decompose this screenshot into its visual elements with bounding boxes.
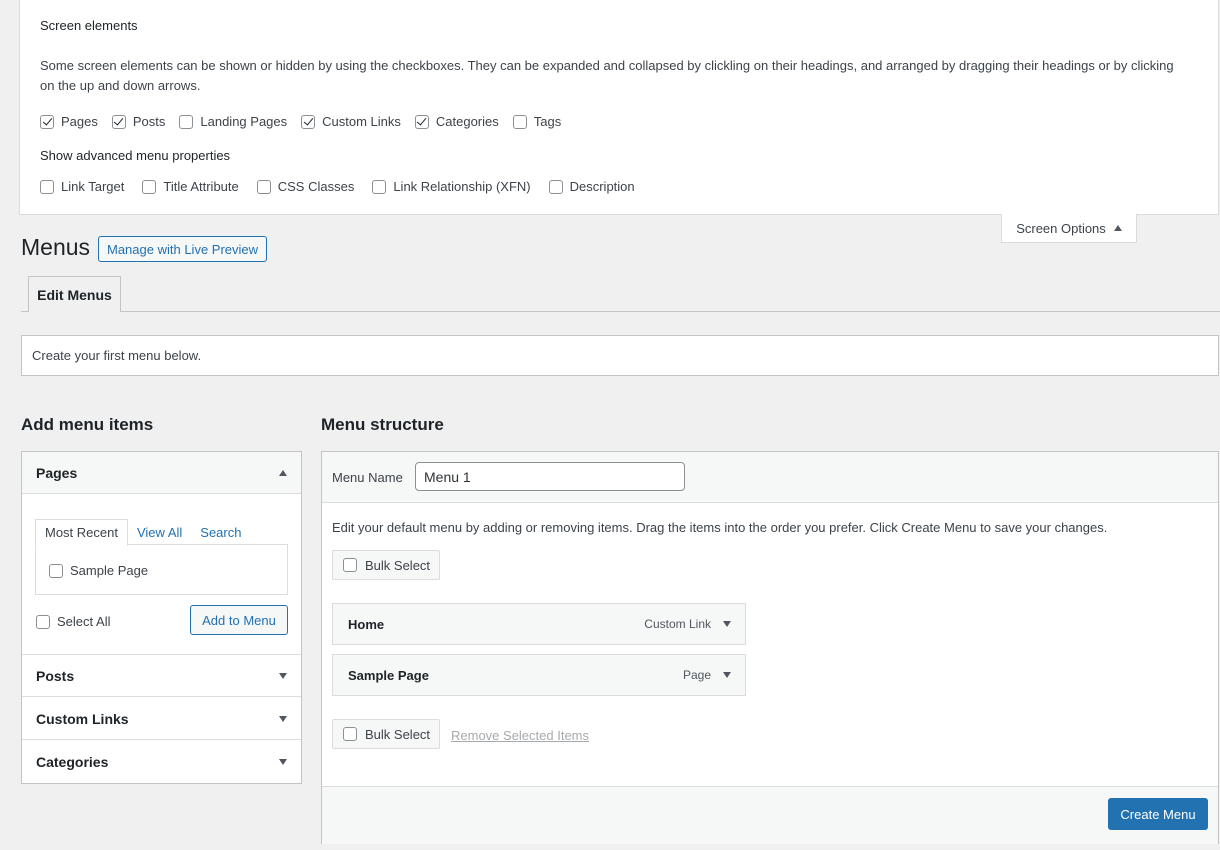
screen-element-landing-pages[interactable]: Landing Pages	[179, 114, 287, 129]
checkbox-label: Link Relationship (XFN)	[393, 179, 531, 194]
advanced-description[interactable]: Description	[548, 179, 635, 194]
bulk-select-label: Bulk Select	[365, 726, 431, 742]
create-menu-button[interactable]: Create Menu	[1108, 798, 1208, 830]
screen-element-pages[interactable]: Pages	[40, 114, 98, 129]
screen-options-label: Screen Options	[1016, 220, 1106, 236]
checkbox[interactable]	[301, 114, 316, 129]
page-item-sample-page[interactable]: Sample Page	[49, 563, 148, 578]
menu-instructions: Edit your default menu by adding or remo…	[332, 520, 1108, 535]
advanced-properties-checkboxes: Link Target Title Attribute CSS Classes …	[40, 179, 653, 194]
tab-view-all[interactable]: View All	[128, 519, 191, 545]
checkbox[interactable]	[512, 114, 527, 129]
checkbox[interactable]	[111, 114, 126, 129]
bulk-select-button[interactable]: Bulk Select	[332, 550, 440, 580]
arrow-down-icon[interactable]	[723, 621, 731, 627]
checkbox[interactable]	[49, 563, 63, 578]
screen-elements-heading: Screen elements	[40, 18, 138, 33]
accordion-title: Pages	[36, 464, 78, 481]
arrow-down-icon	[279, 672, 287, 679]
add-menu-items-accordion: Pages Most Recent View All Search Sample…	[21, 451, 302, 784]
checkbox[interactable]	[343, 558, 357, 572]
checkbox-label: Title Attribute	[163, 179, 239, 194]
page-item-label: Sample Page	[70, 563, 149, 578]
checkbox[interactable]	[343, 727, 357, 741]
menu-header: Menu Name	[322, 452, 1218, 503]
arrow-up-icon	[279, 469, 287, 476]
bulk-select-label: Bulk Select	[365, 557, 431, 573]
tab-divider	[21, 311, 1220, 312]
add-to-menu-button[interactable]: Add to Menu	[190, 605, 288, 635]
tab-most-recent[interactable]: Most Recent	[35, 519, 128, 546]
pages-list-panel: Sample Page	[35, 544, 288, 595]
arrow-down-icon	[279, 759, 287, 765]
checkbox-label: Categories	[435, 114, 499, 129]
advanced-properties-heading: Show advanced menu properties	[40, 148, 231, 163]
menu-item-type: Page	[682, 668, 711, 682]
accordion-title: Categories	[36, 754, 109, 770]
accordion-posts-header[interactable]: Posts	[22, 655, 301, 697]
menu-item-home[interactable]: Home Custom Link	[332, 603, 746, 645]
menu-name-input[interactable]	[415, 462, 685, 491]
screen-options-panel: Screen elements Some screen elements can…	[19, 0, 1219, 215]
screen-element-categories[interactable]: Categories	[414, 114, 499, 129]
page-title: Menus	[21, 234, 91, 260]
menu-structure-heading: Menu structure	[321, 415, 444, 434]
menu-name-label: Menu Name	[332, 470, 403, 485]
notice-text: Create your first menu below.	[32, 348, 202, 363]
menu-item-sample-page[interactable]: Sample Page Page	[332, 654, 746, 696]
accordion-pages-body: Most Recent View All Search Sample Page …	[22, 495, 301, 655]
checkbox-label: Custom Links	[322, 114, 401, 129]
accordion-pages-header[interactable]: Pages	[22, 452, 301, 494]
accordion-title: Custom Links	[36, 710, 129, 727]
menu-footer: Create Menu	[322, 786, 1218, 844]
menu-structure-panel: Menu Name Edit your default menu by addi…	[321, 451, 1219, 844]
checkbox-label: Tags	[533, 114, 562, 129]
checkbox[interactable]	[372, 179, 387, 194]
checkbox[interactable]	[40, 179, 54, 194]
advanced-link-target[interactable]: Link Target	[40, 179, 124, 194]
screen-element-custom-links[interactable]: Custom Links	[301, 114, 401, 129]
bulk-select-button-bottom[interactable]: Bulk Select	[332, 719, 440, 749]
checkbox[interactable]	[142, 179, 157, 194]
checkbox-label: CSS Classes	[277, 179, 355, 194]
tab-search[interactable]: Search	[191, 519, 250, 545]
accordion-title: Posts	[36, 667, 75, 684]
checkbox-label: Description	[569, 179, 635, 194]
checkbox[interactable]	[548, 179, 563, 194]
advanced-css-classes[interactable]: CSS Classes	[256, 179, 355, 194]
accordion-custom-links-header[interactable]: Custom Links	[22, 698, 301, 740]
screen-options-toggle[interactable]: Screen Options	[1001, 214, 1137, 243]
checkbox[interactable]	[36, 614, 50, 629]
tab-edit-menus[interactable]: Edit Menus	[28, 276, 121, 312]
arrow-up-icon	[1113, 225, 1122, 231]
arrow-down-icon	[279, 715, 287, 722]
checkbox-label: Pages	[61, 114, 98, 129]
add-menu-items-heading: Add menu items	[21, 415, 154, 434]
advanced-link-relationship[interactable]: Link Relationship (XFN)	[372, 179, 531, 194]
checkbox[interactable]	[179, 114, 194, 129]
menu-item-title: Home	[348, 616, 385, 632]
checkbox[interactable]	[40, 114, 54, 129]
screen-elements-description: Some screen elements can be shown or hid…	[40, 58, 1174, 93]
notice-box: Create your first menu below.	[21, 335, 1219, 376]
screen-element-tags[interactable]: Tags	[512, 114, 562, 129]
screen-elements-checkboxes: Pages Posts Landing Pages Custom Links C…	[40, 114, 575, 129]
advanced-title-attribute[interactable]: Title Attribute	[142, 179, 239, 194]
checkbox[interactable]	[256, 179, 271, 194]
arrow-down-icon[interactable]	[723, 672, 731, 678]
checkbox-label: Link Target	[61, 179, 125, 194]
checkbox-label: Landing Pages	[200, 114, 288, 129]
live-preview-button[interactable]: Manage with Live Preview	[98, 236, 268, 262]
checkbox[interactable]	[414, 114, 429, 129]
checkbox-label: Posts	[132, 114, 166, 129]
menu-item-type: Custom Link	[644, 617, 711, 631]
accordion-categories-header[interactable]: Categories	[22, 741, 301, 783]
screen-element-posts[interactable]: Posts	[111, 114, 166, 129]
select-all-label: Select All	[57, 614, 111, 629]
remove-selected-link[interactable]: Remove Selected Items	[451, 728, 589, 743]
menu-item-title: Sample Page	[348, 667, 429, 683]
pages-tabs: Most Recent View All Search	[35, 519, 250, 546]
select-all-checkbox[interactable]: Select All	[36, 614, 110, 629]
